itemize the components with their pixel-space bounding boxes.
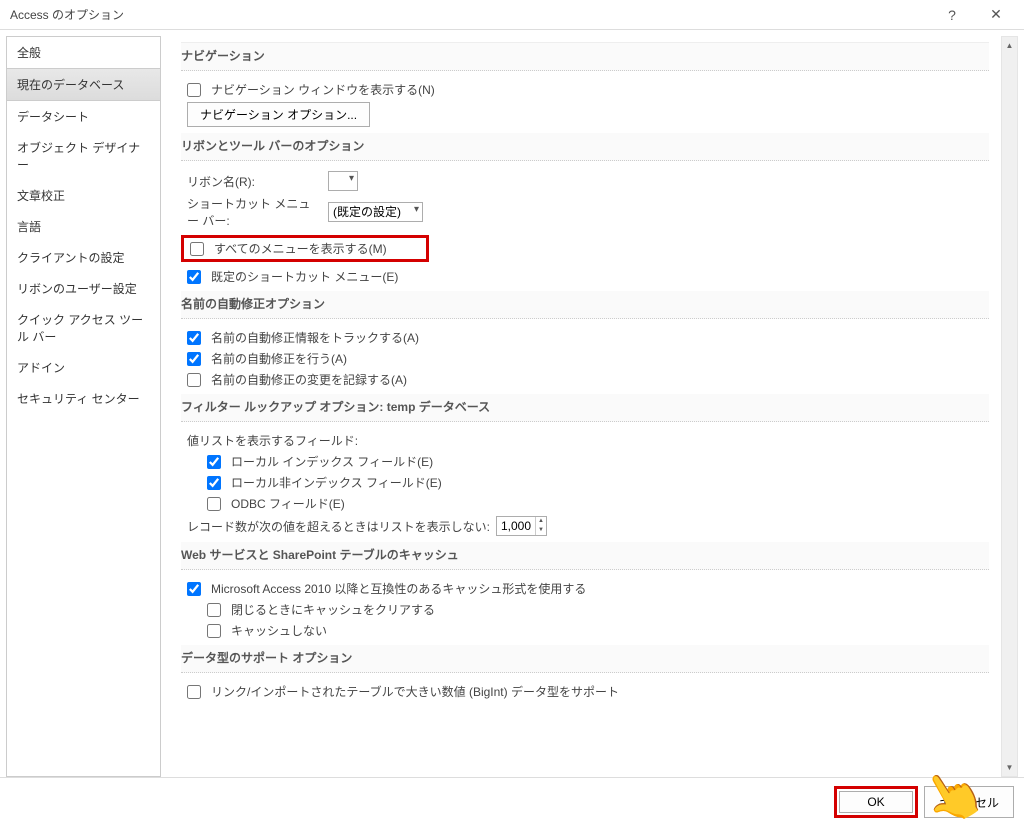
section-header-filter-lookup: フィルター ルックアップ オプション: temp データベース (181, 394, 989, 422)
label-clear-on-close: 閉じるときにキャッシュをクリアする (231, 601, 435, 618)
checkbox-local-index[interactable] (207, 455, 221, 469)
select-ribbon-name[interactable] (328, 171, 358, 191)
label-default-shortcut-menu: 既定のショートカット メニュー(E) (211, 268, 398, 285)
sidebar-item-customize-ribbon[interactable]: リボンのユーザー設定 (7, 273, 160, 304)
checkbox-local-nonindex[interactable] (207, 476, 221, 490)
cancel-button[interactable]: キャンセル (924, 786, 1014, 818)
highlight-show-all-menus: すべてのメニューを表示する(M) (181, 235, 429, 262)
checkbox-default-shortcut-menu[interactable] (187, 270, 201, 284)
checkbox-no-cache[interactable] (207, 624, 221, 638)
label-local-index: ローカル インデックス フィールド(E) (231, 453, 433, 470)
highlight-ok-button: OK (834, 786, 918, 818)
content-pane: ナビゲーション ナビゲーション ウィンドウを表示する(N) ナビゲーション オプ… (161, 36, 1001, 777)
checkbox-do-autocorrect[interactable] (187, 352, 201, 366)
section-header-name-autocorrect: 名前の自動修正オプション (181, 291, 989, 319)
sidebar-item-trust-center[interactable]: セキュリティ センター (7, 383, 160, 414)
button-navigation-options[interactable]: ナビゲーション オプション... (187, 102, 370, 127)
checkbox-track-autocorrect[interactable] (187, 331, 201, 345)
spinner-down-icon[interactable]: ▼ (536, 526, 546, 535)
sidebar-item-datasheet[interactable]: データシート (7, 101, 160, 132)
vertical-scrollbar[interactable]: ▲ ▼ (1001, 36, 1018, 777)
scroll-down-icon[interactable]: ▼ (1002, 759, 1017, 776)
sidebar-item-addins[interactable]: アドイン (7, 352, 160, 383)
checkbox-clear-on-close[interactable] (207, 603, 221, 617)
checkbox-compat2010[interactable] (187, 582, 201, 596)
sidebar-item-language[interactable]: 言語 (7, 211, 160, 242)
dialog-footer: OK キャンセル (0, 777, 1024, 826)
sidebar-item-object-designers[interactable]: オブジェクト デザイナー (7, 132, 160, 180)
label-ribbon-name: リボン名(R): (187, 173, 322, 190)
label-value-list-fields: 値リストを表示するフィールド: (187, 432, 358, 449)
scroll-up-icon[interactable]: ▲ (1002, 37, 1017, 54)
select-shortcut-menu-bar[interactable]: (既定の設定) (328, 202, 423, 222)
section-header-ribbon-toolbar: リボンとツール バーのオプション (181, 133, 989, 161)
section-header-navigation: ナビゲーション (181, 42, 989, 71)
label-show-nav-window: ナビゲーション ウィンドウを表示する(N) (211, 81, 435, 98)
checkbox-show-nav-window[interactable] (187, 83, 201, 97)
label-do-autocorrect: 名前の自動修正を行う(A) (211, 350, 347, 367)
checkbox-log-autocorrect[interactable] (187, 373, 201, 387)
label-track-autocorrect: 名前の自動修正情報をトラックする(A) (211, 329, 419, 346)
sidebar-item-client-settings[interactable]: クライアントの設定 (7, 242, 160, 273)
sidebar-item-general[interactable]: 全般 (7, 37, 160, 68)
label-bigint: リンク/インポートされたテーブルで大きい数値 (BigInt) データ型をサポー… (211, 683, 619, 700)
ok-button[interactable]: OK (839, 791, 913, 813)
spinner-up-icon[interactable]: ▲ (536, 517, 546, 526)
spinner-records-threshold[interactable]: ▲▼ (496, 516, 547, 536)
checkbox-bigint[interactable] (187, 685, 201, 699)
close-button[interactable]: ✕ (974, 1, 1018, 29)
label-records-threshold: レコード数が次の値を超えるときはリストを表示しない: (187, 518, 490, 535)
dialog-title: Access のオプション (10, 6, 930, 23)
window-controls: ? ✕ (930, 1, 1018, 29)
help-button[interactable]: ? (930, 1, 974, 29)
sidebar-item-proofing[interactable]: 文章校正 (7, 180, 160, 211)
section-header-web-sp-cache: Web サービスと SharePoint テーブルのキャッシュ (181, 542, 989, 570)
section-header-datatype-support: データ型のサポート オプション (181, 645, 989, 673)
label-log-autocorrect: 名前の自動修正の変更を記録する(A) (211, 371, 407, 388)
label-local-nonindex: ローカル非インデックス フィールド(E) (231, 474, 442, 491)
content-wrap: ナビゲーション ナビゲーション ウィンドウを表示する(N) ナビゲーション オプ… (161, 36, 1018, 777)
sidebar-item-quick-access-toolbar[interactable]: クイック アクセス ツール バー (7, 304, 160, 352)
label-compat2010: Microsoft Access 2010 以降と互換性のあるキャッシュ形式を使… (211, 580, 586, 597)
spinner-records-threshold-input[interactable] (497, 519, 535, 533)
checkbox-show-all-menus[interactable] (190, 242, 204, 256)
titlebar: Access のオプション ? ✕ (0, 0, 1024, 30)
label-no-cache: キャッシュしない (231, 622, 327, 639)
checkbox-odbc[interactable] (207, 497, 221, 511)
label-show-all-menus: すべてのメニューを表示する(M) (214, 240, 387, 257)
main-container: 全般 現在のデータベース データシート オブジェクト デザイナー 文章校正 言語… (0, 30, 1024, 826)
label-shortcut-menu-bar: ショートカット メニュー バー: (187, 195, 322, 229)
body-area: 全般 現在のデータベース データシート オブジェクト デザイナー 文章校正 言語… (0, 30, 1024, 777)
category-sidebar: 全般 現在のデータベース データシート オブジェクト デザイナー 文章校正 言語… (6, 36, 161, 777)
sidebar-item-current-database[interactable]: 現在のデータベース (7, 68, 160, 101)
label-odbc: ODBC フィールド(E) (231, 495, 345, 512)
